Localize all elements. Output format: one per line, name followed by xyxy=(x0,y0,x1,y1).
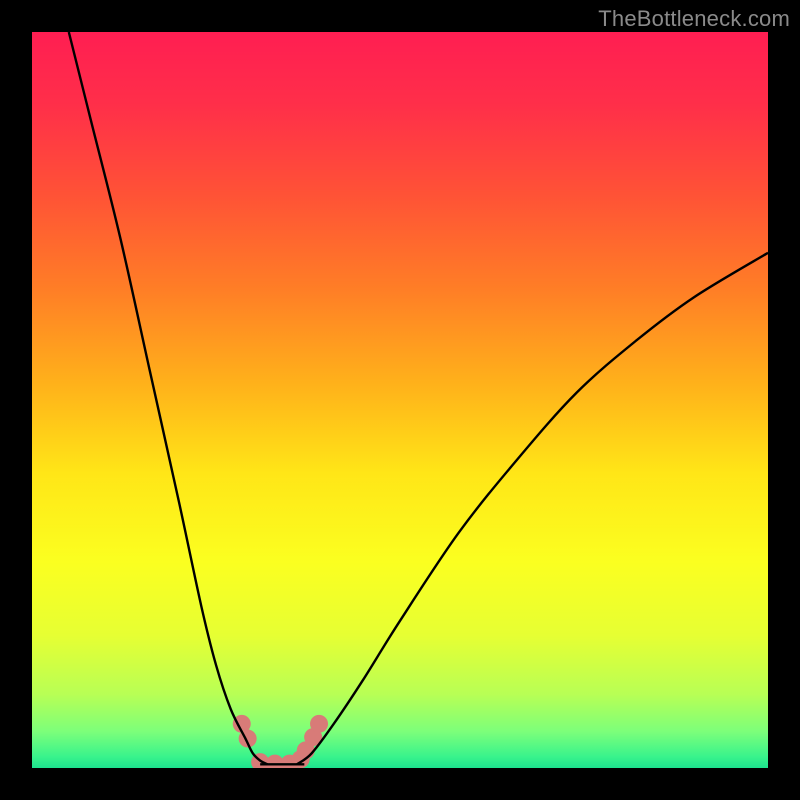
curve-left xyxy=(69,32,268,764)
plot-area xyxy=(32,32,768,768)
curve-right xyxy=(297,253,768,765)
watermark-text: TheBottleneck.com xyxy=(598,6,790,32)
curve-layer xyxy=(32,32,768,768)
chart-frame: TheBottleneck.com xyxy=(0,0,800,800)
marker-dot xyxy=(310,715,328,733)
